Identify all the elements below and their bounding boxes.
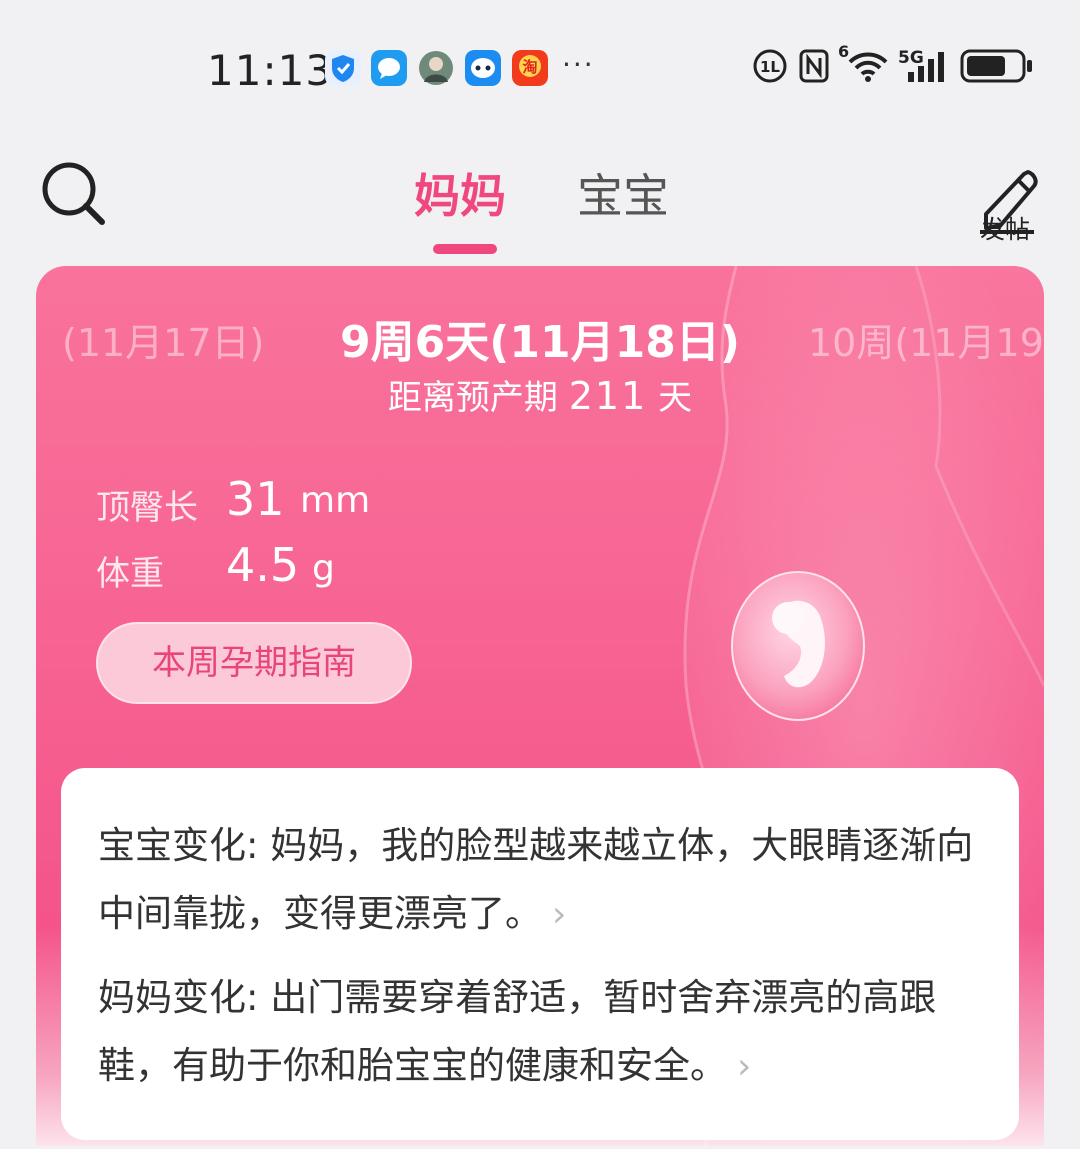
due-days: 211 — [568, 374, 648, 418]
tab-baobao[interactable]: 宝宝 — [577, 160, 669, 226]
weight-unit: g — [312, 548, 335, 589]
crl-label: 顶臀长 — [96, 488, 198, 528]
avatar-app-icon — [419, 51, 453, 85]
baby-change-paragraph[interactable]: 宝宝变化: 妈妈，我的脸型越来越立体，大眼睛逐渐向中间靠拢，变得更漂亮了。 › — [98, 812, 978, 949]
due-date-countdown: 距离预产期 211 天 — [36, 370, 1044, 419]
svg-text:淘: 淘 — [521, 58, 537, 76]
message-app-icon — [371, 50, 407, 86]
search-icon[interactable] — [38, 158, 108, 228]
chevron-right-icon: › — [552, 894, 567, 935]
battery-icon — [960, 49, 1032, 83]
top-nav: 妈妈 宝宝 发帖 — [0, 130, 1080, 260]
tab-mama[interactable]: 妈妈 — [414, 160, 506, 226]
status-time: 11:13 — [207, 46, 334, 95]
wifi-icon — [848, 52, 888, 82]
robot-app-icon — [465, 50, 501, 86]
changes-info-card: 宝宝变化: 妈妈，我的脸型越来越立体，大眼睛逐渐向中间靠拢，变得更漂亮了。 › 妈… — [61, 768, 1019, 1140]
more-notifications-icon: ··· — [562, 48, 595, 81]
post-button-label[interactable]: 发帖 — [980, 210, 1030, 246]
chevron-right-icon: › — [737, 1046, 752, 1087]
mom-change-title: 妈妈变化: — [98, 976, 259, 1019]
weight-value: 4.5 — [226, 538, 300, 592]
due-suffix: 天 — [658, 378, 693, 418]
cellular-signal-icon — [908, 52, 944, 82]
svg-text:1L: 1L — [760, 58, 780, 76]
shield-app-icon — [325, 50, 361, 86]
status-bar: 11:13 淘 ··· 1L 6 5G — [0, 0, 1080, 130]
active-tab-indicator — [433, 244, 497, 254]
mom-change-paragraph[interactable]: 妈妈变化: 出门需要穿着舒适，暂时舍弃漂亮的高跟鞋，有助于你和胎宝宝的健康和安全… — [98, 964, 978, 1101]
crl-value: 31 — [226, 472, 285, 526]
crl-unit: mm — [300, 480, 371, 521]
baby-change-title: 宝宝变化: — [98, 824, 259, 867]
week-next[interactable]: 10周(11月19 — [808, 312, 1044, 367]
taobao-app-icon: 淘 — [512, 50, 548, 86]
hd-call-icon: 1L — [753, 49, 787, 83]
weight-label: 体重 — [96, 554, 164, 594]
due-prefix: 距离预产期 — [387, 378, 558, 418]
nfc-icon — [799, 49, 829, 83]
weekly-guide-button[interactable]: 本周孕期指南 — [96, 622, 412, 704]
